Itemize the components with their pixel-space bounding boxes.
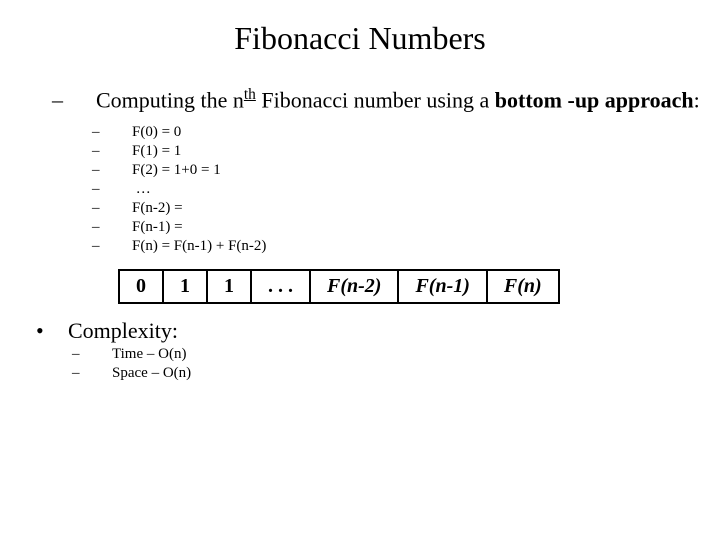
dash-icon: – <box>92 346 112 363</box>
dash-icon: – <box>112 238 132 255</box>
step-item: –F(n-2) = <box>112 200 720 217</box>
complexity-text: Time – O(n) <box>112 346 186 362</box>
intro-sup: th <box>244 86 256 103</box>
step-text: F(n) = F(n-1) + F(n-2) <box>132 238 266 254</box>
step-text: F(n-2) = <box>132 200 183 216</box>
complexity-list: –Time – O(n) –Space – O(n) <box>92 346 720 382</box>
step-text: F(1) = 1 <box>132 143 181 159</box>
dp-array-figure: 0 1 1 . . . F(n-2) F(n-1) F(n) <box>118 269 720 304</box>
complexity-header: •Complexity: <box>52 318 720 344</box>
step-item: –F(2) = 1+0 = 1 <box>112 162 720 179</box>
dash-icon: – <box>112 162 132 179</box>
step-item: – … <box>112 181 720 198</box>
complexity-text: Space – O(n) <box>112 365 191 381</box>
table-row: 0 1 1 . . . F(n-2) F(n-1) F(n) <box>119 270 559 303</box>
complexity-item: –Time – O(n) <box>92 346 720 363</box>
step-text: F(0) = 0 <box>132 124 181 140</box>
dash-icon: – <box>112 143 132 160</box>
intro-mid: Fibonacci number using a <box>256 87 495 112</box>
step-item: –F(1) = 1 <box>112 143 720 160</box>
step-text: F(n-1) = <box>132 219 183 235</box>
dash-icon: – <box>112 124 132 141</box>
dp-array-table: 0 1 1 . . . F(n-2) F(n-1) F(n) <box>118 269 560 304</box>
step-item: –F(n) = F(n-1) + F(n-2) <box>112 238 720 255</box>
dash-icon: – <box>112 181 132 198</box>
intro-bold: bottom -up approach <box>495 87 694 112</box>
bullet-icon: • <box>52 318 68 344</box>
array-cell: F(n-2) <box>310 270 398 303</box>
array-cell: 1 <box>207 270 251 303</box>
intro-line: –Computing the nth Fibonacci number usin… <box>74 85 720 114</box>
dash-icon: – <box>92 365 112 382</box>
intro-pre: Computing the n <box>96 87 244 112</box>
intro-post: : <box>694 87 700 112</box>
array-cell: 1 <box>163 270 207 303</box>
array-cell: 0 <box>119 270 163 303</box>
slide: Fibonacci Numbers –Computing the nth Fib… <box>0 0 720 540</box>
complexity-label: Complexity: <box>68 318 178 343</box>
dash-icon: – <box>74 86 96 114</box>
array-cell: F(n) <box>487 270 559 303</box>
array-cell: . . . <box>251 270 310 303</box>
step-text: … <box>132 181 151 197</box>
steps-list: –F(0) = 0 –F(1) = 1 –F(2) = 1+0 = 1 – … … <box>112 124 720 255</box>
page-title: Fibonacci Numbers <box>0 20 720 57</box>
dash-icon: – <box>112 200 132 217</box>
complexity-item: –Space – O(n) <box>92 365 720 382</box>
step-text: F(2) = 1+0 = 1 <box>132 162 221 178</box>
step-item: –F(0) = 0 <box>112 124 720 141</box>
step-item: –F(n-1) = <box>112 219 720 236</box>
dash-icon: – <box>112 219 132 236</box>
array-cell: F(n-1) <box>398 270 486 303</box>
